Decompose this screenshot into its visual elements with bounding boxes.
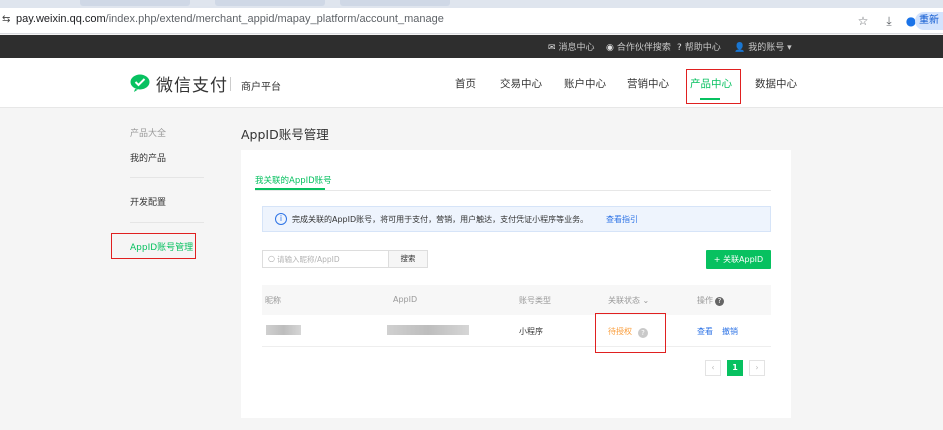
nav-marketing[interactable]: 营销中心 bbox=[627, 76, 669, 91]
wechat-pay-logo-icon bbox=[130, 74, 150, 92]
column-header-account-type: 账号类型 bbox=[519, 296, 551, 305]
column-header-status-filter[interactable]: 关联状态 ⌄ bbox=[608, 295, 649, 306]
account-type-cell: 小程序 bbox=[519, 327, 543, 336]
user-icon: 👤 bbox=[734, 43, 746, 53]
pagination-page-1[interactable]: 1 bbox=[727, 360, 743, 376]
sidebar-item-dev-config[interactable]: 开发配置 bbox=[130, 195, 166, 208]
search-field[interactable]: ○ bbox=[262, 250, 391, 268]
messages-link[interactable]: ✉ 消息中心 bbox=[548, 40, 595, 53]
browser-tab[interactable] bbox=[340, 0, 450, 6]
browser-tab-strip bbox=[0, 0, 943, 8]
view-link[interactable]: 查看 bbox=[697, 326, 713, 337]
url-text[interactable]: pay.weixin.qq.com/index.php/extend/merch… bbox=[16, 13, 444, 25]
help-link[interactable]: ? 帮助中心 bbox=[677, 40, 721, 53]
url-domain: pay.weixin.qq.com bbox=[16, 13, 106, 25]
page-title: AppID账号管理 bbox=[241, 127, 329, 142]
relaunch-button[interactable]: 重新 bbox=[915, 12, 943, 30]
partner-icon: ◉ bbox=[606, 43, 614, 53]
search-input[interactable] bbox=[277, 252, 387, 266]
sidebar-divider bbox=[130, 222, 204, 223]
search-button[interactable]: 搜索 bbox=[388, 250, 428, 268]
help-icon: ? bbox=[677, 43, 682, 53]
star-icon[interactable]: ☆ bbox=[855, 13, 871, 29]
table-row: 小程序 待授权? 查看 撤销 bbox=[262, 315, 771, 347]
messages-label: 消息中心 bbox=[558, 43, 595, 53]
message-icon: ✉ bbox=[548, 43, 556, 53]
add-appid-button[interactable]: + 关联AppID bbox=[706, 250, 771, 269]
site-settings-icon[interactable]: ⇆ bbox=[2, 14, 12, 26]
nav-data-center[interactable]: 数据中心 bbox=[755, 76, 797, 91]
highlight-box-status bbox=[595, 313, 666, 353]
chevron-down-icon: ▾ bbox=[787, 43, 792, 53]
sidebar-divider bbox=[130, 177, 204, 178]
redacted-appid bbox=[387, 325, 469, 335]
header-divider bbox=[230, 77, 231, 91]
browser-tab[interactable] bbox=[215, 0, 325, 6]
column-header-nickname: 昵称 bbox=[265, 296, 281, 305]
partners-link[interactable]: ◉ 合作伙伴搜索 bbox=[606, 40, 671, 53]
browser-tab[interactable] bbox=[80, 0, 190, 6]
highlight-box-nav-products bbox=[686, 69, 741, 104]
nav-transactions[interactable]: 交易中心 bbox=[500, 76, 542, 91]
download-icon[interactable]: ⤓ bbox=[881, 13, 897, 29]
nav-account-center[interactable]: 账户中心 bbox=[564, 76, 606, 91]
chevron-down-icon: ⌄ bbox=[642, 296, 650, 305]
column-header-actions: 操作? bbox=[697, 295, 724, 306]
pagination-prev-button[interactable]: ‹ bbox=[705, 360, 721, 376]
notice-text: 完成关联的AppID账号，将可用于支付，营销，用户触达，支付凭证小程序等业务。 bbox=[292, 215, 589, 224]
info-icon: i bbox=[275, 213, 287, 225]
status-header-label: 关联状态 bbox=[608, 296, 640, 305]
left-sidebar bbox=[0, 108, 220, 430]
platform-label: 商户平台 bbox=[241, 82, 281, 93]
sidebar-group-title: 产品大全 bbox=[130, 129, 167, 139]
partners-label: 合作伙伴搜索 bbox=[616, 43, 671, 53]
view-guide-link[interactable]: 查看指引 bbox=[606, 214, 638, 225]
logo-text[interactable]: 微信支付 bbox=[156, 71, 228, 96]
redacted-nickname bbox=[266, 325, 301, 335]
top-utility-bar: ✉ 消息中心 ◉ 合作伙伴搜索 ? 帮助中心 👤 我的账号 ▾ bbox=[0, 35, 943, 58]
column-header-appid: AppID bbox=[393, 295, 418, 304]
sidebar-item-my-products[interactable]: 我的产品 bbox=[130, 151, 166, 164]
account-menu[interactable]: 👤 我的账号 ▾ bbox=[734, 40, 792, 53]
highlight-box-sidebar-appid bbox=[111, 233, 196, 259]
revoke-link[interactable]: 撤销 bbox=[722, 326, 738, 337]
account-label: 我的账号 bbox=[748, 43, 785, 53]
address-bar[interactable]: ⇆ pay.weixin.qq.com/index.php/extend/mer… bbox=[0, 8, 943, 34]
search-icon: ○ bbox=[268, 254, 275, 263]
content-card: 我关联的AppID账号 i 完成关联的AppID账号，将可用于支付，营销，用户触… bbox=[241, 150, 791, 418]
help-icon[interactable]: ? bbox=[715, 297, 724, 306]
nav-home[interactable]: 首页 bbox=[455, 76, 476, 91]
info-notice: i 完成关联的AppID账号，将可用于支付，营销，用户触达，支付凭证小程序等业务… bbox=[262, 206, 771, 232]
url-path: /index.php/extend/merchant_appid/mapay_p… bbox=[105, 13, 444, 25]
site-header: 微信支付 商户平台 首页 交易中心 账户中心 营销中心 产品中心 数据中心 bbox=[0, 58, 943, 108]
actions-header-label: 操作 bbox=[697, 296, 713, 305]
table-header: 昵称 AppID 账号类型 关联状态 ⌄ 操作? bbox=[262, 285, 771, 315]
pagination-next-button[interactable]: › bbox=[749, 360, 765, 376]
help-label: 帮助中心 bbox=[684, 43, 721, 53]
tab-linked-appid[interactable]: 我关联的AppID账号 bbox=[255, 174, 332, 186]
tab-divider bbox=[255, 190, 771, 191]
